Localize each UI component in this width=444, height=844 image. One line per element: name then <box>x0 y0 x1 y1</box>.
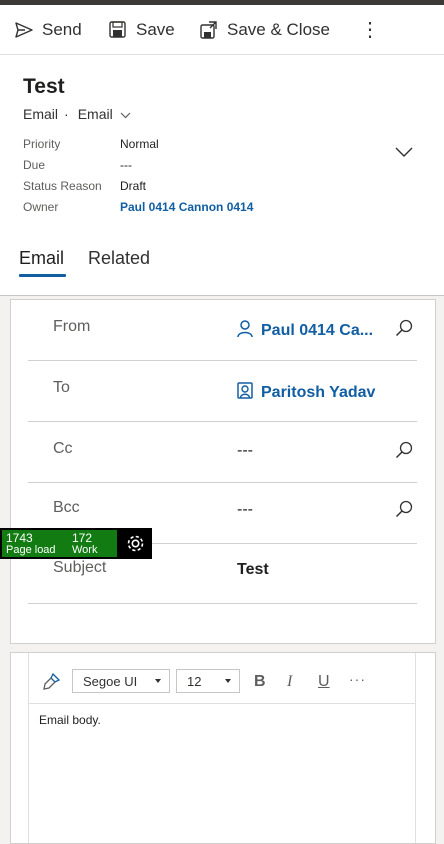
page-load-value: 1743 <box>6 531 33 545</box>
send-button[interactable]: Send <box>15 5 82 54</box>
search-icon[interactable] <box>395 441 413 464</box>
field-value: Draft <box>120 179 147 193</box>
expand-header-chevron-icon[interactable] <box>395 145 413 163</box>
command-bar: Send Save Save & Close ⋮ <box>0 5 444 55</box>
field-label: Status Reason <box>23 179 102 193</box>
performance-overlay: 1743 Page load 172 Work <box>0 528 152 559</box>
subtitle-separator: · <box>64 106 69 122</box>
save-icon <box>109 21 126 38</box>
search-icon[interactable] <box>395 500 413 523</box>
field-label: Priority <box>23 137 61 151</box>
chevron-down-icon <box>155 679 161 683</box>
field-row-to: To Paritosh Yadav <box>28 361 417 422</box>
format-painter-icon[interactable] <box>42 672 61 696</box>
more-formatting-button[interactable]: ··· <box>349 671 366 687</box>
save-button[interactable]: Save <box>109 5 175 54</box>
subject-label: Subject <box>53 559 107 576</box>
header-field-priority: Priority Normal <box>23 137 403 157</box>
save-and-close-button[interactable]: Save & Close <box>200 5 330 54</box>
header-field-status-reason: Status Reason Draft <box>23 179 403 199</box>
field-value: Normal <box>120 137 159 151</box>
email-body-text[interactable]: Email body. <box>39 713 101 727</box>
subject-value[interactable]: Test <box>237 561 269 579</box>
save-close-label: Save & Close <box>227 19 330 39</box>
perf-metrics-panel: 1743 Page load 172 Work <box>2 530 117 557</box>
contact-card-icon <box>237 382 253 404</box>
entity-name: Email <box>23 106 59 122</box>
cc-value[interactable]: --- <box>237 442 253 460</box>
font-size-dropdown[interactable]: 12 <box>176 669 240 693</box>
tab-related[interactable]: Related <box>88 248 150 269</box>
to-value[interactable]: Paritosh Yadav <box>237 382 375 404</box>
bcc-value[interactable]: --- <box>237 501 253 519</box>
editor-frame: Segoe UI 12 B I U ··· Email body. <box>28 653 416 843</box>
gear-icon[interactable] <box>125 533 146 559</box>
underline-button[interactable]: U <box>318 673 330 691</box>
person-icon <box>237 320 253 342</box>
record-title: Test <box>23 75 65 98</box>
save-close-icon <box>200 20 218 39</box>
chevron-down-icon <box>120 106 131 122</box>
save-label: Save <box>136 19 175 39</box>
send-icon <box>15 21 33 38</box>
record-header: Test Email · Email Priority Normal Due -… <box>0 55 444 296</box>
cc-label: Cc <box>53 440 73 457</box>
field-label: Due <box>23 158 46 172</box>
more-commands-button[interactable]: ⋮ <box>360 5 380 54</box>
email-body-editor: Segoe UI 12 B I U ··· Email body. <box>10 652 436 844</box>
tab-selected-indicator <box>19 274 66 277</box>
editor-toolbar: Segoe UI 12 B I U ··· <box>29 665 415 704</box>
font-size-value: 12 <box>187 673 202 689</box>
field-row-cc: Cc --- <box>28 422 417 483</box>
form-selector-label: Email <box>77 106 113 122</box>
font-family-value: Segoe UI <box>83 673 138 689</box>
italic-button[interactable]: I <box>287 673 292 691</box>
bcc-label: Bcc <box>53 499 80 516</box>
from-value-text: Paul 0414 Ca... <box>261 322 374 339</box>
owner-link[interactable]: Paul 0414 Cannon 0414 <box>120 200 253 214</box>
work-value: 172 <box>72 531 93 545</box>
field-row-from: From Paul 0414 Ca... <box>28 300 417 361</box>
search-icon[interactable] <box>395 319 413 342</box>
header-field-due: Due --- <box>23 158 403 178</box>
bold-button[interactable]: B <box>254 673 266 691</box>
send-label: Send <box>42 19 82 39</box>
form-selector[interactable]: Email <box>78 106 131 122</box>
work-label: Work <box>72 544 98 556</box>
to-value-text: Paritosh Yadav <box>261 384 376 401</box>
tab-email[interactable]: Email <box>19 248 64 269</box>
field-label: Owner <box>23 200 59 214</box>
page-load-label: Page load <box>6 544 56 556</box>
header-field-owner: Owner Paul 0414 Cannon 0414 <box>23 200 403 220</box>
to-label: To <box>53 379 70 396</box>
from-value[interactable]: Paul 0414 Ca... <box>237 320 373 342</box>
chevron-down-icon <box>225 679 231 683</box>
record-subtitle: Email · Email <box>23 106 131 122</box>
field-value: --- <box>120 158 132 172</box>
from-label: From <box>53 318 91 335</box>
email-details-section: From Paul 0414 Ca... To Paritosh Yadav C… <box>10 299 436 644</box>
more-icon: ⋮ <box>360 19 380 41</box>
font-family-dropdown[interactable]: Segoe UI <box>72 669 170 693</box>
